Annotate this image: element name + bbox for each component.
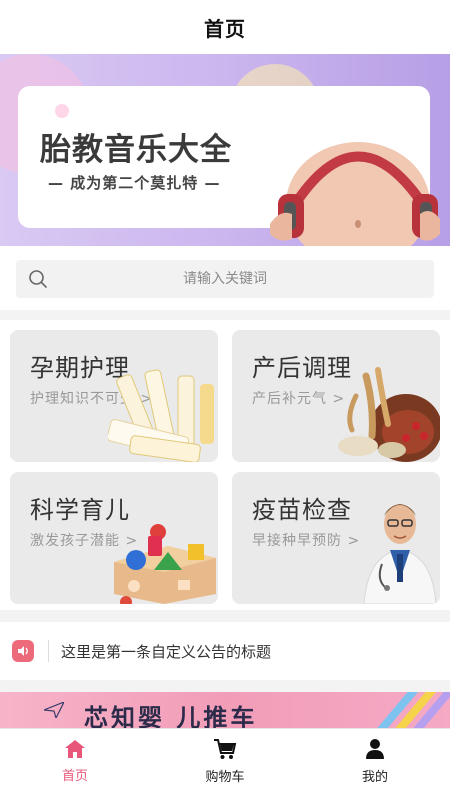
category-title: 疫苗检查 [252,496,352,524]
search-bar[interactable] [16,260,434,298]
category-tile-vaccine-check[interactable]: 疫苗检查 早接种早预防 > [232,472,440,604]
divider [48,640,49,662]
shape-sorter-toy-icon [114,524,216,604]
search-section [0,246,450,310]
category-subtitle: 早接种早预防 > [252,533,361,549]
banner-subline: — 成为第二个莫扎特 — [48,174,221,192]
promo-banner[interactable]: 芯知婴 儿推车 [0,692,450,728]
bottom-tab-bar: 首页 购物车 我的 [0,728,450,794]
ginseng-herbs-icon [338,367,440,462]
category-tile-scientific-parenting[interactable]: 科学育儿 激发孩子潜能 > [10,472,218,604]
tab-home[interactable]: 首页 [0,729,150,794]
user-icon [366,739,384,759]
tab-label: 购物车 [205,770,245,785]
cart-icon [214,739,237,759]
category-subtitle: 产后补元气 > [252,391,346,407]
home-page: 首页 胎教音乐大全 — 成为第二个莫扎特 — 请输入关键词 孕期护理 护理知识不… [0,0,450,794]
category-grid: 孕期护理 护理知识不可少 > 产后调理 产后补元气 > 科学育儿 激发孩子潜能 … [0,320,450,610]
doctor-icon [363,504,437,604]
announcement-text: 这里是第一条自定义公告的标题 [61,642,272,661]
category-title: 科学育儿 [30,496,130,524]
pregnant-belly-headphones-icon [270,142,440,246]
page-title: 首页 [204,16,246,41]
search-icon [16,269,60,289]
category-tile-pregnancy-care[interactable]: 孕期护理 护理知识不可少 > [10,330,218,462]
search-input[interactable] [60,271,390,287]
decor-bubble [55,104,69,118]
banner-headline: 胎教音乐大全 [40,132,232,168]
tab-cart[interactable]: 购物车 [150,729,300,794]
tab-label: 我的 [361,770,388,785]
category-tile-postpartum-care[interactable]: 产后调理 产后补元气 > [232,330,440,462]
promo-text: 芯知婴 儿推车 [84,704,258,728]
speaker-icon [12,640,34,662]
app-header: 首页 [0,0,450,54]
tab-profile[interactable]: 我的 [300,729,450,794]
banner-carousel[interactable]: 胎教音乐大全 — 成为第二个莫扎特 — [0,54,450,246]
announcement-bar[interactable]: 这里是第一条自定义公告的标题 [0,622,450,680]
paper-plane-icon [44,702,64,718]
skincare-bottles-icon [108,369,214,462]
tab-label: 首页 [61,769,88,784]
home-icon [65,740,85,758]
